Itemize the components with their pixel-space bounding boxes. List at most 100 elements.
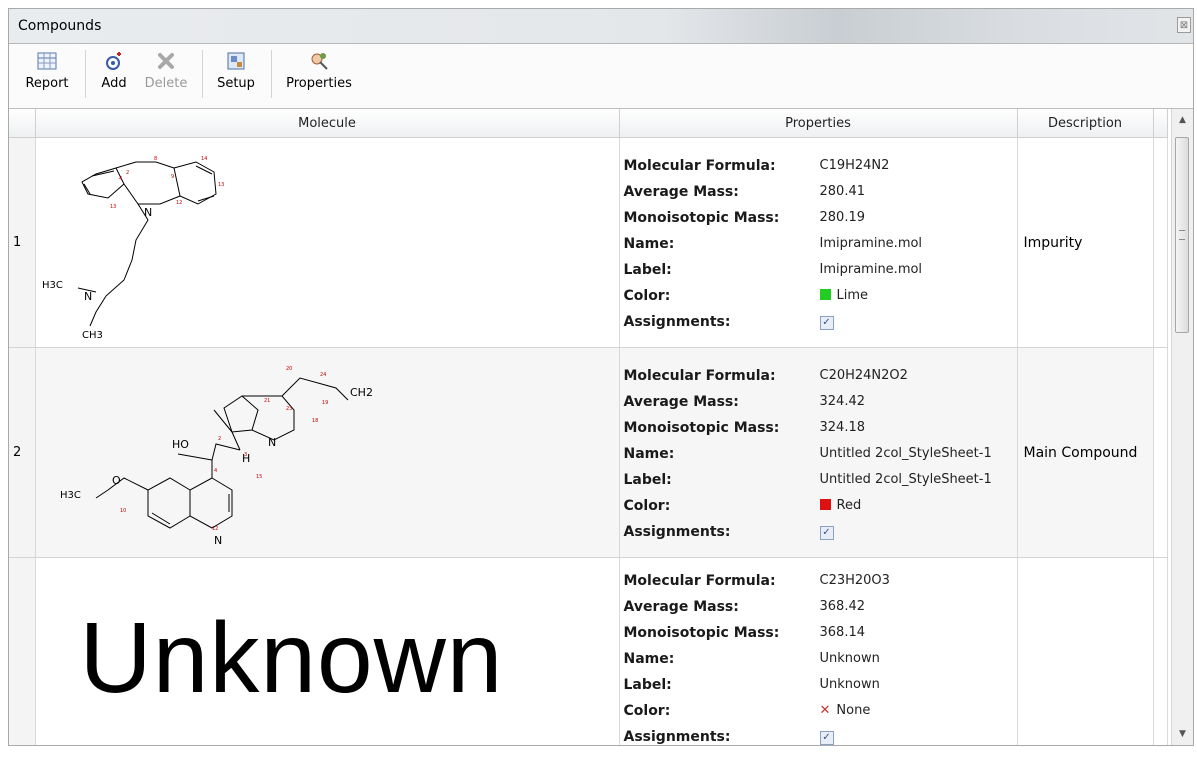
svg-text:4: 4: [214, 468, 217, 474]
property-label: Average Mass:: [623, 183, 739, 200]
property-label: Average Mass:: [623, 393, 739, 410]
setup-label: Setup: [217, 76, 255, 91]
property-row-assignments: Assignments: ✓: [620, 310, 1017, 336]
delete-button[interactable]: Delete: [141, 50, 191, 91]
report-label: Report: [25, 76, 69, 91]
formula-value: C20H24N2O2: [819, 367, 908, 383]
methoxy-oxygen-label: O: [112, 474, 121, 487]
molecule-cell[interactable]: 42 8 9 14 13 13 12 N N H3C CH3: [35, 137, 620, 348]
properties-icon: [311, 53, 328, 70]
property-label: Label:: [623, 676, 672, 693]
assignments-checkbox[interactable]: ✓: [819, 315, 834, 330]
property-row-assignments: Assignments: ✓: [620, 520, 1017, 546]
methyl-group-label: H3C: [60, 490, 81, 501]
property-row-name: Name: Untitled 2col_StyleSheet-1: [620, 442, 1017, 468]
amine-nitrogen-label: N: [84, 290, 92, 303]
delete-icon: [158, 53, 174, 69]
description-cell[interactable]: Impurity: [1017, 137, 1154, 348]
column-header-description[interactable]: Description: [1017, 109, 1154, 138]
column-header-properties[interactable]: Properties: [619, 109, 1018, 138]
properties-cell[interactable]: Molecular Formula: C23H20O3 Average Mass:…: [619, 557, 1018, 745]
color-value[interactable]: Red: [819, 497, 862, 513]
svg-text:10: 10: [120, 508, 126, 514]
color-swatch: [819, 498, 831, 510]
property-label: Label:: [623, 471, 672, 488]
label-value[interactable]: Unknown: [820, 677, 880, 692]
name-value[interactable]: Untitled 2col_StyleSheet-1: [820, 446, 992, 461]
formula-value: C23H20O3: [819, 572, 890, 588]
imipramine-structure: 42 8 9 14 13 13 12 N N H3C CH3: [42, 156, 224, 341]
name-value[interactable]: Imipramine.mol: [820, 236, 923, 251]
column-header-molecule[interactable]: Molecule: [35, 109, 620, 138]
property-row-color: Color: Lime: [620, 284, 1017, 310]
property-label: Label:: [623, 261, 672, 278]
toolbar: Report Add Delete Setup Properties: [9, 44, 1193, 109]
description-cell[interactable]: [1017, 557, 1154, 745]
close-icon[interactable]: ⊠: [1177, 17, 1191, 33]
property-row-formula: Molecular Formula: C20H24N2O2: [620, 364, 1017, 390]
color-swatch: [819, 288, 831, 300]
methyl-group-label: CH3: [82, 330, 103, 341]
color-name: None: [836, 702, 871, 718]
property-label: Name:: [623, 445, 675, 462]
color-value[interactable]: Lime: [819, 288, 868, 303]
property-label: Assignments:: [623, 728, 731, 745]
name-value[interactable]: Unknown: [820, 651, 880, 666]
scroll-down-arrow-icon[interactable]: ▼: [1172, 725, 1193, 743]
toolbar-separator: [271, 50, 272, 98]
scroll-thumb[interactable]: [1175, 137, 1189, 333]
svg-text:2: 2: [218, 436, 221, 442]
table-header-row: Molecule Properties Description: [9, 109, 1168, 138]
toolbar-separator: [85, 50, 86, 98]
add-label: Add: [101, 76, 127, 91]
label-value[interactable]: Untitled 2col_StyleSheet-1: [820, 472, 992, 487]
property-row-color: Color: Red: [620, 494, 1017, 520]
row-number: 1: [9, 137, 36, 348]
setup-icon: [227, 52, 245, 70]
table-row[interactable]: 2 HO N H CH2 N O H3C 20 24 19 18 21 23 3…: [9, 347, 1168, 558]
property-row-formula: Molecular Formula: C23H20O3: [620, 569, 1017, 595]
add-button[interactable]: Add: [97, 50, 131, 91]
compounds-panel: Compounds ⊠ Report Add Delete Setup Prop…: [8, 8, 1194, 746]
properties-cell[interactable]: Molecular Formula: C19H24N2 Average Mass:…: [619, 137, 1018, 348]
assignments-checkbox[interactable]: ✓: [819, 730, 834, 745]
svg-text:19: 19: [322, 400, 328, 406]
property-label: Name:: [623, 235, 675, 252]
properties-button[interactable]: Properties: [281, 50, 357, 91]
average-mass-value: 280.41: [819, 183, 866, 199]
property-row-monoisotopic-mass: Monoisotopic Mass: 368.14: [620, 621, 1017, 647]
description-cell[interactable]: Main Compound: [1017, 347, 1154, 558]
svg-text:14: 14: [201, 156, 207, 162]
property-label: Color:: [623, 287, 671, 304]
report-button[interactable]: Report: [19, 50, 75, 91]
row-number: 2: [9, 347, 36, 558]
scroll-up-arrow-icon[interactable]: ▲: [1172, 111, 1193, 129]
header-filler: [1153, 109, 1168, 138]
color-value[interactable]: ✕ None: [820, 703, 871, 718]
property-row-label: Label: Imipramine.mol: [620, 258, 1017, 284]
property-row-name: Name: Imipramine.mol: [620, 232, 1017, 258]
bridge-nitrogen-label: N: [268, 436, 276, 449]
vertical-scrollbar[interactable]: ▲ ▼: [1171, 109, 1193, 745]
molecule-cell[interactable]: HO N H CH2 N O H3C 20 24 19 18 21 23 3 2 4 15 12…: [35, 347, 620, 558]
monoisotopic-mass-value: 324.18: [819, 419, 866, 435]
assignments-checkbox[interactable]: ✓: [819, 525, 834, 540]
delete-label: Delete: [144, 76, 188, 91]
table-row[interactable]: Unknown Molecular Formula: C23H20O3 Avera…: [9, 557, 1168, 745]
svg-text:4: 4: [119, 176, 122, 182]
label-value[interactable]: Imipramine.mol: [820, 262, 923, 277]
svg-text:12: 12: [176, 200, 182, 206]
quinoline-nitrogen-label: N: [214, 534, 222, 547]
properties-cell[interactable]: Molecular Formula: C20H24N2O2 Average Mas…: [619, 347, 1018, 558]
color-name: Red: [836, 497, 862, 513]
property-row-label: Label: Untitled 2col_StyleSheet-1: [620, 468, 1017, 494]
ring-nitrogen-label: N: [144, 206, 152, 219]
table-row[interactable]: 1 4 2 8 9 14 13 13 12 N N H3C CH3 Molecu…: [9, 137, 1168, 348]
svg-text:21: 21: [264, 398, 270, 404]
svg-text:8: 8: [154, 156, 157, 162]
molecule-cell[interactable]: Unknown: [35, 557, 620, 745]
unknown-molecule-placeholder: Unknown: [79, 601, 504, 714]
row-number: [9, 557, 36, 745]
property-row-monoisotopic-mass: Monoisotopic Mass: 280.19: [620, 206, 1017, 232]
setup-button[interactable]: Setup: [212, 50, 260, 91]
